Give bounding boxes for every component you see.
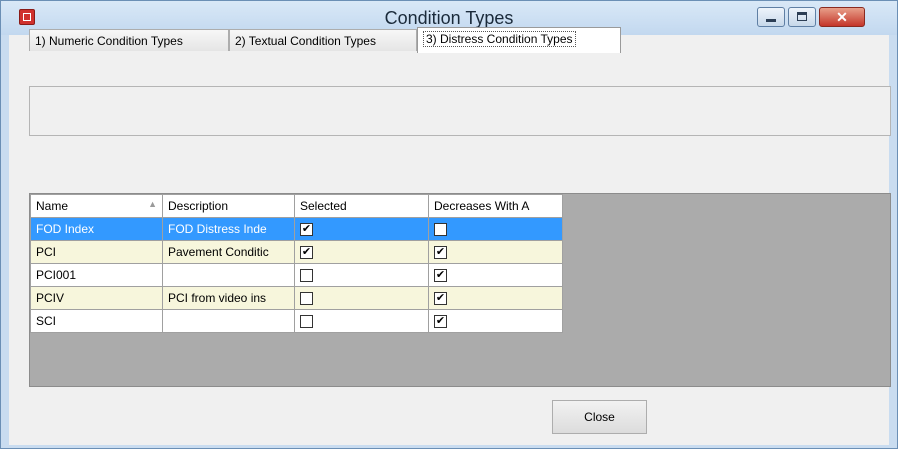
cell-name[interactable]: SCI — [30, 309, 163, 333]
grid-body: FOD IndexFOD Distress IndePCIPavement Co… — [30, 217, 563, 333]
selected-checkbox[interactable] — [300, 222, 313, 237]
selected-checkbox[interactable] — [300, 269, 313, 283]
cell-decreases-with-age — [428, 217, 563, 241]
cell-selected — [294, 286, 429, 310]
selected-checkbox[interactable] — [300, 245, 313, 260]
tab-textual-condition-types[interactable]: 2) Textual Condition Types — [229, 29, 417, 51]
close-button[interactable]: Close — [552, 400, 647, 434]
cell-description[interactable] — [162, 309, 295, 333]
cell-name[interactable]: PCI — [30, 240, 163, 264]
decreases-checkbox[interactable] — [434, 314, 447, 329]
cell-selected — [294, 263, 429, 287]
table-row[interactable]: PCIV PCI from video ins — [30, 286, 563, 310]
condition-types-window: Condition Types ✕ 1) Numeric Condition T… — [0, 0, 898, 449]
grid-header-row: Name ▲ Description Selected Decreases Wit… — [30, 194, 563, 218]
grid-table: Name ▲ Description Selected Decreases Wit… — [30, 194, 563, 333]
table-row[interactable]: PCI001 — [30, 263, 563, 287]
table-row[interactable]: FOD Index FOD Distress Inde — [30, 217, 563, 241]
cell-selected — [294, 240, 429, 264]
cell-description[interactable]: Pavement Conditic — [162, 240, 295, 264]
cell-description[interactable]: PCI from video ins — [162, 286, 295, 310]
cell-selected — [294, 309, 429, 333]
column-header-name-label: Name — [36, 199, 69, 213]
condition-types-grid[interactable]: Name ▲ Description Selected Decreases Wit… — [29, 193, 891, 387]
tab-distress-label: 3) Distress Condition Types — [423, 31, 576, 47]
cell-decreases-with-age — [428, 240, 563, 264]
close-icon: ✕ — [836, 9, 848, 25]
table-row[interactable]: SCI — [30, 309, 563, 333]
column-header-selected[interactable]: Selected — [294, 194, 429, 218]
decreases-checkbox[interactable] — [434, 268, 447, 283]
cell-decreases-with-age — [428, 309, 563, 333]
cell-decreases-with-age — [428, 263, 563, 287]
decreases-checkbox[interactable] — [434, 291, 447, 306]
maximize-button[interactable] — [788, 7, 816, 27]
cell-decreases-with-age — [428, 286, 563, 310]
sort-ascending-icon: ▲ — [148, 199, 157, 209]
tab-numeric-condition-types[interactable]: 1) Numeric Condition Types — [29, 29, 229, 51]
window-close-button[interactable]: ✕ — [819, 7, 865, 27]
cell-name[interactable]: FOD Index — [30, 217, 163, 241]
minimize-button[interactable] — [757, 7, 785, 27]
decreases-checkbox[interactable] — [434, 223, 447, 237]
selected-checkbox[interactable] — [300, 315, 313, 329]
cell-selected — [294, 217, 429, 241]
maximize-icon — [797, 12, 807, 21]
tab-distress-condition-types[interactable]: 3) Distress Condition Types — [417, 27, 621, 53]
table-row[interactable]: PCI Pavement Conditic — [30, 240, 563, 264]
cell-description[interactable]: FOD Distress Inde — [162, 217, 295, 241]
selected-checkbox[interactable] — [300, 292, 313, 306]
tab-panel — [29, 86, 891, 136]
column-header-decreases-with-age[interactable]: Decreases With A — [428, 194, 563, 218]
cell-name[interactable]: PCIV — [30, 286, 163, 310]
decreases-checkbox[interactable] — [434, 245, 447, 260]
column-header-name[interactable]: Name ▲ — [30, 194, 163, 218]
minimize-icon — [766, 19, 776, 22]
column-header-description[interactable]: Description — [162, 194, 295, 218]
cell-name[interactable]: PCI001 — [30, 263, 163, 287]
cell-description[interactable] — [162, 263, 295, 287]
